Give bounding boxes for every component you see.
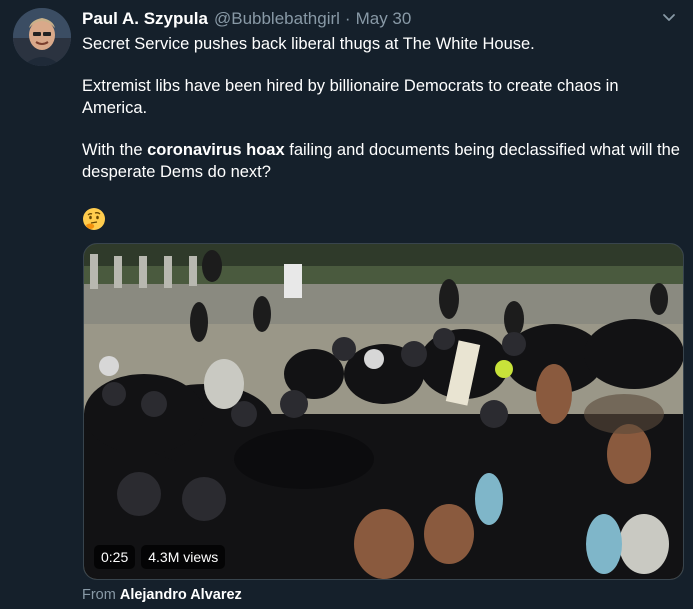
separator-dot: · <box>344 9 351 28</box>
tweet-paragraph: Extremist libs have been hired by billio… <box>82 77 619 117</box>
bold-phrase: coronavirus hoax <box>147 141 285 159</box>
tweet-card[interactable]: Paul A. Szypula @Bubblebathgirl · May 30… <box>0 0 693 609</box>
tweet-text-segment: With the <box>82 141 148 159</box>
video-duration-badge: 0:25 <box>94 545 136 569</box>
attribution-source-link[interactable]: Alejandro Alvarez <box>120 587 242 603</box>
tweet-paragraph: Secret Service pushes back liberal thugs… <box>82 35 535 53</box>
video-overlay: 0:25 4.3M views <box>94 545 226 569</box>
author-handle[interactable]: @Bubblebathgirl <box>214 9 340 29</box>
video-thumbnail <box>84 244 683 579</box>
tweet-date[interactable]: May 30 <box>356 9 412 29</box>
thinking-face-emoji-icon <box>82 207 106 231</box>
chevron-down-icon[interactable] <box>661 10 677 26</box>
video-views-badge: 4.3M views <box>141 545 226 569</box>
tweet-paragraph: With the coronavirus hoax failing and do… <box>82 139 682 183</box>
avatar-image <box>13 8 71 66</box>
author-display-name[interactable]: Paul A. Szypula <box>82 9 208 29</box>
avatar[interactable] <box>13 8 71 66</box>
attribution-label: From <box>82 587 116 603</box>
tweet-text: Secret Service pushes back liberal thugs… <box>82 33 682 203</box>
attribution: From Alejandro Alvarez <box>82 587 242 603</box>
video-player[interactable]: 0:25 4.3M views <box>83 243 684 580</box>
tweet-header: Paul A. Szypula @Bubblebathgirl · May 30 <box>82 8 411 30</box>
